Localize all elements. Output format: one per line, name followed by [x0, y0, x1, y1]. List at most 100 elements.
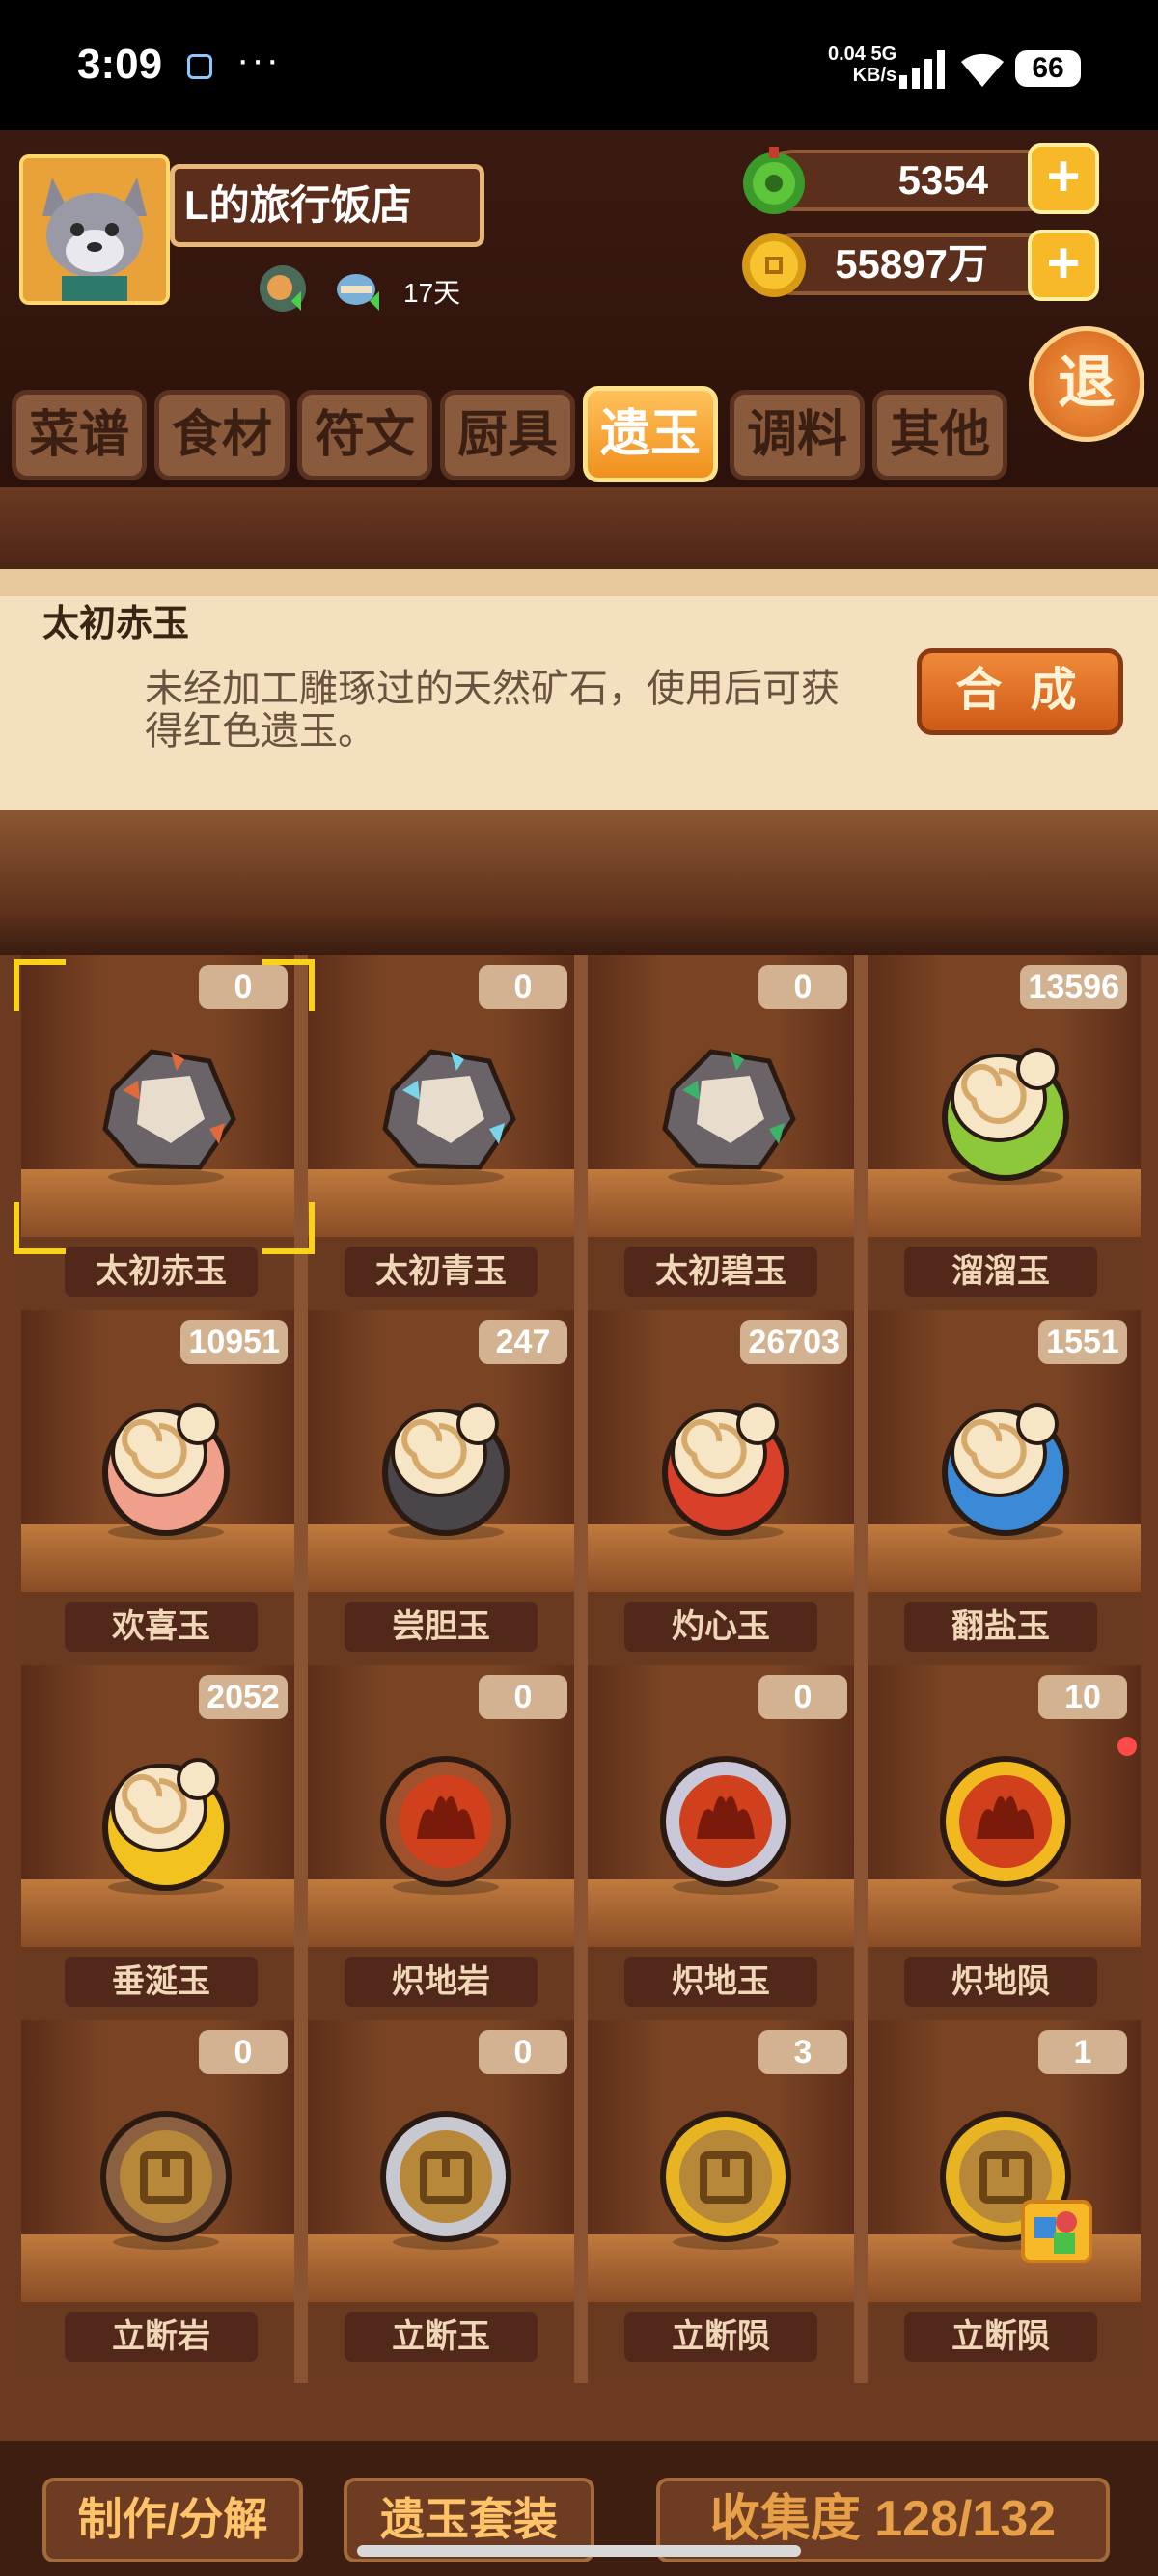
item-name: 翻盐玉 [904, 1602, 1097, 1652]
inventory-slot[interactable]: 247 尝胆玉 [301, 1310, 581, 1665]
item-count-badge: 0 [758, 965, 847, 1009]
inventory-slot[interactable]: 0 立断玉 [301, 2020, 581, 2375]
pink-jade-swirl-icon [102, 1403, 230, 1540]
shelf-top-strip [0, 487, 1158, 569]
net-speed-value: 0.04 [828, 43, 866, 65]
jade-amount: 5354 [897, 157, 988, 203]
wifi-icon [961, 53, 1004, 87]
item-count-badge: 0 [479, 965, 567, 1009]
craft-decompose-button[interactable]: 制作/分解 [42, 2478, 303, 2562]
net-speed-unit: KB/s [852, 65, 897, 86]
shelf-post [574, 955, 588, 2383]
tab-relic-jade[interactable]: 遗玉 [583, 386, 718, 482]
synthesize-button[interactable]: 合 成 [917, 648, 1123, 735]
inventory-slot[interactable]: 10951 欢喜玉 [21, 1310, 301, 1665]
inventory-slot[interactable]: 2052 垂涎玉 [21, 1665, 301, 2020]
inventory-slot[interactable]: 1 立断陨 [861, 2020, 1141, 2375]
inventory-slot[interactable]: 3 立断陨 [581, 2020, 861, 2375]
shelf-post [854, 955, 868, 2383]
gold-coin-currency-icon [742, 233, 806, 297]
net-type: 5G [870, 43, 897, 65]
item-name: 立断陨 [624, 2312, 817, 2362]
inventory-slot[interactable]: 1551 翻盐玉 [861, 1310, 1141, 1665]
shelf-post [294, 955, 308, 2383]
green-jade-swirl-icon [942, 1048, 1069, 1185]
yellow-jade-swirl-icon [102, 1758, 230, 1895]
item-name: 立断陨 [904, 2312, 1097, 2362]
add-coin-button[interactable]: + [1028, 230, 1099, 301]
item-count-badge: 1551 [1038, 1320, 1127, 1364]
item-count-badge: 26703 [740, 1320, 847, 1364]
inventory-slot[interactable]: 0 炽地岩 [301, 1665, 581, 2020]
pet-buff-icon[interactable] [257, 262, 309, 315]
restaurant-name[interactable]: L的旅行饭店 [170, 164, 484, 247]
set-piece-green [1054, 2233, 1075, 2254]
network-speed: 0.04 5G KB/s [828, 43, 896, 86]
item-count-badge: 3 [758, 2030, 847, 2074]
tab-other[interactable]: 其他 [872, 390, 1007, 480]
green-raw-ore-icon [662, 1049, 796, 1185]
inventory-slot[interactable]: 0 太初碧玉 [581, 955, 861, 1310]
item-count-badge: 0 [479, 2030, 567, 2074]
item-count-badge: 0 [758, 1675, 847, 1719]
item-name: 太初青玉 [345, 1247, 538, 1297]
wolf-chef-avatar-icon [23, 158, 166, 301]
selection-corner [262, 1202, 315, 1254]
fire-meteor-medal-icon [940, 1756, 1071, 1895]
tab-runes[interactable]: 符文 [297, 390, 432, 480]
bowl-buff-icon[interactable] [333, 262, 385, 315]
inventory-slot[interactable]: 26703 灼心玉 [581, 1310, 861, 1665]
coin-amount: 55897万 [835, 241, 988, 287]
item-description: 未经加工雕琢过的天然矿石，使用后可获得红色遗玉。 [145, 668, 840, 753]
red-raw-ore-icon [102, 1049, 236, 1185]
fire-jade-medal-icon [660, 1756, 791, 1895]
set-piece-blue [1034, 2217, 1056, 2238]
red-jade-swirl-icon [662, 1403, 789, 1540]
tab-recipes[interactable]: 菜谱 [12, 390, 147, 480]
item-count-badge: 2052 [199, 1675, 288, 1719]
days-counter: 17天 [403, 278, 461, 308]
item-name: 尝胆玉 [345, 1602, 538, 1652]
item-name: 灼心玉 [624, 1602, 817, 1652]
selection-corner [262, 959, 315, 1011]
item-name: 欢喜玉 [65, 1602, 258, 1652]
tab-ingredients[interactable]: 食材 [154, 390, 290, 480]
item-name: 炽地玉 [624, 1957, 817, 2007]
inventory-slot[interactable]: 0 立断岩 [21, 2020, 301, 2375]
cyan-raw-ore-icon [382, 1049, 516, 1185]
battery-icon: 66 [1015, 50, 1081, 87]
item-count-badge: 0 [479, 1675, 567, 1719]
selection-corner [14, 1202, 66, 1254]
jade-set-bonus-icon[interactable] [1021, 2200, 1092, 2263]
tab-seasoning[interactable]: 调料 [730, 390, 865, 480]
inventory-slot[interactable]: 0 炽地玉 [581, 1665, 861, 2020]
item-count-badge: 1 [1038, 2030, 1127, 2074]
item-name: 立断玉 [345, 2312, 538, 2362]
selection-corner [14, 959, 66, 1011]
item-name: 溜溜玉 [904, 1247, 1097, 1297]
item-count-badge: 10951 [180, 1320, 288, 1364]
inventory-slot[interactable]: 0 太初青玉 [301, 955, 581, 1310]
item-name: 炽地陨 [904, 1957, 1097, 2007]
item-name: 垂涎玉 [65, 1957, 258, 2007]
fire-rock-medal-icon [380, 1756, 511, 1895]
item-name: 炽地岩 [345, 1957, 538, 2007]
item-name: 太初碧玉 [624, 1247, 817, 1297]
item-count-badge: 10 [1038, 1675, 1127, 1719]
square-jade-medal-icon [380, 2111, 511, 2250]
inventory-slot[interactable]: 13596 溜溜玉 [861, 955, 1141, 1310]
info-panel-edge [0, 569, 1158, 596]
add-jade-button[interactable]: + [1028, 143, 1099, 214]
black-jade-swirl-icon [382, 1403, 510, 1540]
item-name: 太初赤玉 [65, 1247, 258, 1297]
tab-cookware[interactable]: 厨具 [440, 390, 575, 480]
inventory-slot[interactable]: 10 炽地陨 [861, 1665, 1141, 2020]
blue-jade-swirl-icon [942, 1403, 1069, 1540]
item-title: 太初赤玉 [42, 604, 190, 644]
home-indicator[interactable] [357, 2545, 801, 2557]
signal-icon [899, 50, 945, 89]
exit-button[interactable]: 退 [1029, 326, 1144, 442]
shelf-header-beam [0, 810, 1158, 955]
notification-app-icon [187, 54, 212, 79]
player-avatar[interactable] [19, 154, 170, 305]
